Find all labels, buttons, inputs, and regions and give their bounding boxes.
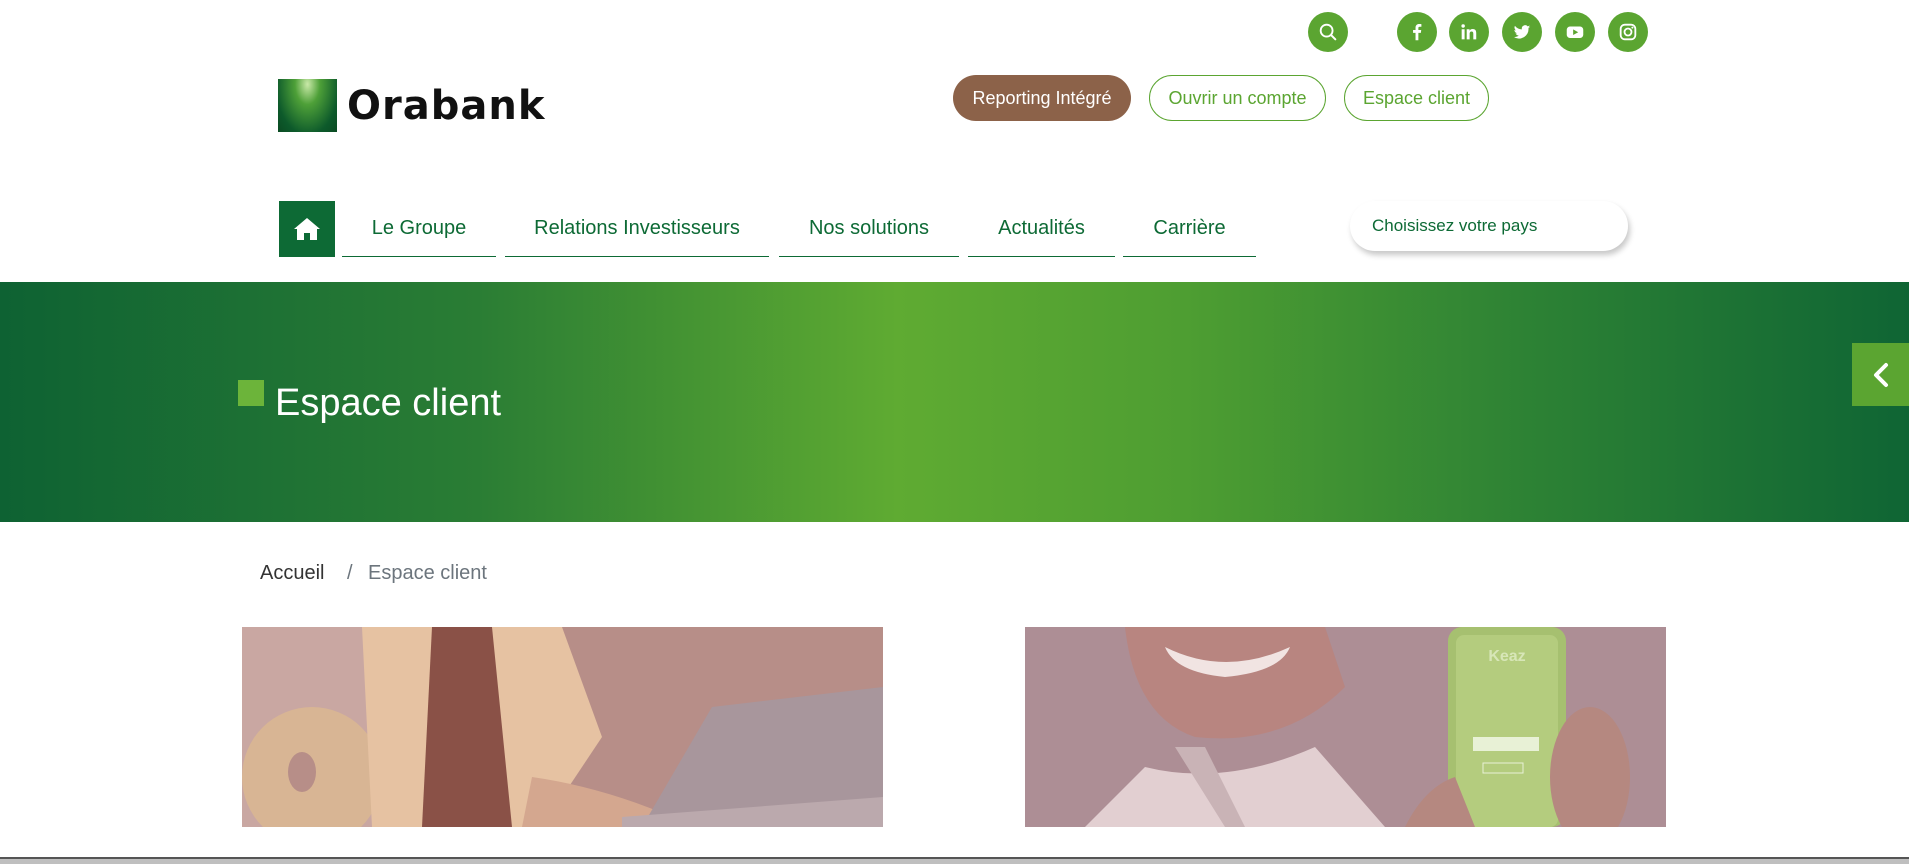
- phone-screen-text: Keaz: [1488, 648, 1525, 665]
- orabank-logo[interactable]: Orabank: [278, 79, 545, 132]
- instagram-icon: [1619, 23, 1637, 41]
- side-tab-toggle[interactable]: [1852, 343, 1909, 406]
- man-phone-image: Keaz: [1025, 627, 1666, 827]
- home-button[interactable]: [279, 201, 335, 257]
- instagram-link[interactable]: [1608, 12, 1648, 52]
- facebook-icon: [1413, 24, 1422, 41]
- twitter-link[interactable]: [1502, 12, 1542, 52]
- youtube-icon: [1566, 26, 1584, 38]
- logo-mark: [278, 79, 337, 132]
- client-space-button[interactable]: Espace client: [1344, 75, 1489, 121]
- home-icon: [294, 218, 320, 240]
- breadcrumb-separator: /: [347, 562, 353, 584]
- linkedin-link[interactable]: [1449, 12, 1489, 52]
- woman-laptop-image: [242, 627, 883, 827]
- youtube-link[interactable]: [1555, 12, 1595, 52]
- bottom-divider: [0, 857, 1909, 864]
- twitter-icon: [1513, 25, 1531, 39]
- page-title: Espace client: [275, 382, 502, 424]
- chevron-left-icon: [1873, 362, 1888, 387]
- hero-title-marker: [238, 380, 264, 406]
- search-icon: [1319, 23, 1337, 41]
- nav-nos-solutions[interactable]: Nos solutions: [779, 201, 959, 257]
- logo-text: Orabank: [347, 82, 546, 129]
- nav-relations-investisseurs[interactable]: Relations Investisseurs: [505, 201, 769, 257]
- country-select[interactable]: Choisissez votre pays: [1350, 201, 1628, 251]
- card-image-woman-laptop[interactable]: [242, 627, 883, 827]
- nav-le-groupe[interactable]: Le Groupe: [342, 201, 496, 257]
- search-button[interactable]: [1308, 12, 1348, 52]
- breadcrumb-home[interactable]: Accueil: [260, 562, 324, 585]
- reporting-integre-button[interactable]: Reporting Intégré: [953, 75, 1131, 121]
- open-account-button[interactable]: Ouvrir un compte: [1149, 75, 1326, 121]
- breadcrumb-current: Espace client: [368, 562, 487, 584]
- facebook-link[interactable]: [1397, 12, 1437, 52]
- nav-actualites[interactable]: Actualités: [968, 201, 1115, 257]
- linkedin-icon: [1461, 24, 1477, 40]
- card-image-man-phone[interactable]: Keaz: [1025, 627, 1666, 827]
- nav-carriere[interactable]: Carrière: [1123, 201, 1256, 257]
